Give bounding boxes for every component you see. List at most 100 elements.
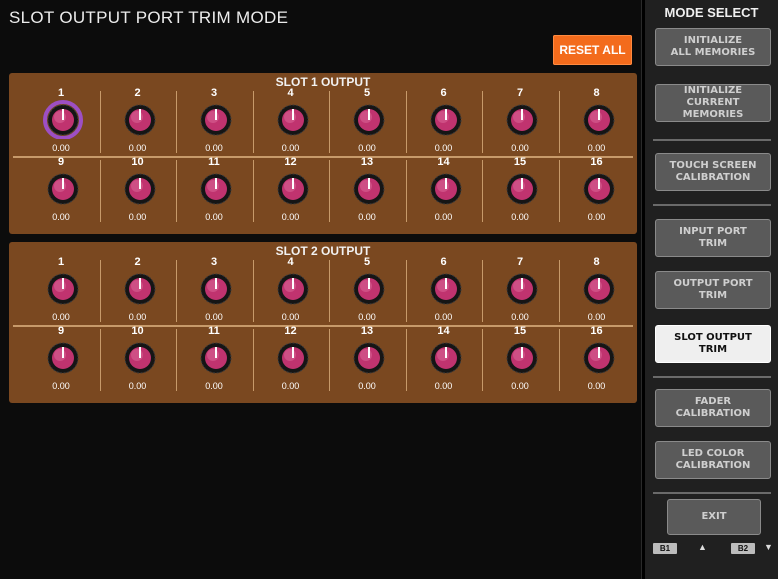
- trim-value: 0.00: [205, 143, 223, 153]
- channel-7-trim[interactable]: 7 0.00: [482, 256, 558, 328]
- knob-icon[interactable]: [349, 99, 389, 139]
- channel-16-trim[interactable]: 16 0.00: [558, 325, 635, 397]
- knob-icon[interactable]: [426, 337, 466, 377]
- knob-icon[interactable]: [349, 337, 389, 377]
- channel-9-trim[interactable]: 9 0.00: [23, 325, 99, 397]
- up-arrow-icon[interactable]: ▲: [698, 542, 707, 552]
- channel-11-trim[interactable]: 11 0.00: [176, 156, 252, 228]
- knob-icon[interactable]: [120, 99, 160, 139]
- knob-icon[interactable]: [196, 337, 236, 377]
- channel-13-trim[interactable]: 13 0.00: [329, 156, 405, 228]
- channel-number: 14: [437, 325, 450, 337]
- channel-6-trim[interactable]: 6 0.00: [405, 87, 482, 159]
- channel-4-trim[interactable]: 4 0.00: [252, 256, 329, 328]
- knob-icon[interactable]: [273, 268, 313, 308]
- channel-12-trim[interactable]: 12 0.00: [252, 156, 329, 228]
- knob-icon[interactable]: [579, 268, 619, 308]
- knob-icon[interactable]: [426, 99, 466, 139]
- output-port-trim-button[interactable]: OUTPUT PORT TRIM: [655, 271, 771, 309]
- channel-number: 8: [593, 87, 600, 99]
- knob-icon[interactable]: [120, 268, 160, 308]
- channel-8-trim[interactable]: 8 0.00: [558, 256, 635, 328]
- initialize-all-memories-button[interactable]: INITIALIZE ALL MEMORIES: [655, 28, 771, 66]
- knob-icon[interactable]: [120, 337, 160, 377]
- trim-value: 0.00: [128, 312, 147, 322]
- trim-value: 0.00: [434, 143, 453, 153]
- channel-1-trim[interactable]: 1 0.00: [23, 87, 99, 159]
- trim-value: 0.00: [281, 381, 300, 391]
- knob-icon[interactable]: [196, 168, 236, 208]
- fader-calibration-button[interactable]: FADER CALIBRATION: [655, 389, 771, 427]
- led-color-calibration-button[interactable]: LED COLOR CALIBRATION: [655, 441, 771, 479]
- knob-icon[interactable]: [349, 168, 389, 208]
- channel-9-trim[interactable]: 9 0.00: [23, 156, 99, 228]
- bank-b1-indicator[interactable]: B1: [653, 543, 677, 554]
- channel-15-trim[interactable]: 15 0.00: [482, 325, 558, 397]
- knob-icon[interactable]: [426, 168, 466, 208]
- knob-icon[interactable]: [579, 99, 619, 139]
- channel-8-trim[interactable]: 8 0.00: [558, 87, 635, 159]
- exit-button[interactable]: EXIT: [667, 499, 761, 535]
- input-port-trim-button[interactable]: INPUT PORT TRIM: [655, 219, 771, 257]
- trim-value: 0.00: [205, 212, 223, 222]
- knob-icon[interactable]: [43, 168, 83, 208]
- channel-number: 2: [134, 256, 141, 268]
- trim-value: 0.00: [128, 381, 147, 391]
- channel-number: 6: [440, 256, 447, 268]
- knob-icon[interactable]: [273, 168, 313, 208]
- channel-14-trim[interactable]: 14 0.00: [405, 156, 482, 228]
- channel-5-trim[interactable]: 5 0.00: [329, 87, 405, 159]
- reset-all-button[interactable]: RESET ALL: [553, 35, 632, 65]
- channel-13-trim[interactable]: 13 0.00: [329, 325, 405, 397]
- knob-icon[interactable]: [43, 99, 83, 139]
- knob-icon[interactable]: [579, 168, 619, 208]
- knob-icon[interactable]: [502, 99, 542, 139]
- knob-icon[interactable]: [196, 268, 236, 308]
- channel-number: 6: [440, 87, 447, 99]
- bank-b2-indicator[interactable]: B2: [731, 543, 755, 554]
- channel-6-trim[interactable]: 6 0.00: [405, 256, 482, 328]
- touch-screen-calibration-button[interactable]: TOUCH SCREEN CALIBRATION: [655, 153, 771, 191]
- channel-15-trim[interactable]: 15 0.00: [482, 156, 558, 228]
- channel-11-trim[interactable]: 11 0.00: [176, 325, 252, 397]
- initialize-current-memories-button[interactable]: INITIALIZE CURRENT MEMORIES: [655, 84, 771, 122]
- knob-icon[interactable]: [273, 337, 313, 377]
- channel-2-trim[interactable]: 2 0.00: [99, 256, 176, 328]
- knob-icon[interactable]: [579, 337, 619, 377]
- channel-5-trim[interactable]: 5 0.00: [329, 256, 405, 328]
- trim-value: 0.00: [128, 212, 147, 222]
- channel-number: 4: [287, 256, 294, 268]
- trim-value: 0.00: [52, 212, 70, 222]
- channel-number: 7: [516, 256, 524, 268]
- channel-number: 16: [590, 325, 603, 337]
- channel-number: 10: [131, 325, 144, 337]
- knob-icon[interactable]: [43, 268, 83, 308]
- channel-14-trim[interactable]: 14 0.00: [405, 325, 482, 397]
- channel-number: 12: [284, 156, 297, 168]
- channel-12-trim[interactable]: 12 0.00: [252, 325, 329, 397]
- knob-icon[interactable]: [43, 337, 83, 377]
- knob-icon[interactable]: [120, 168, 160, 208]
- down-arrow-icon[interactable]: ▼: [764, 542, 773, 552]
- knob-icon[interactable]: [502, 268, 542, 308]
- slot-output-trim-button[interactable]: SLOT OUTPUT TRIM: [655, 325, 771, 363]
- channel-7-trim[interactable]: 7 0.00: [482, 87, 558, 159]
- channel-3-trim[interactable]: 3 0.00: [176, 256, 252, 328]
- channel-10-trim[interactable]: 10 0.00: [99, 156, 176, 228]
- channel-10-trim[interactable]: 10 0.00: [99, 325, 176, 397]
- channel-4-trim[interactable]: 4 0.00: [252, 87, 329, 159]
- knob-icon[interactable]: [502, 168, 542, 208]
- channel-number: 15: [513, 156, 527, 168]
- trim-value: 0.00: [358, 212, 376, 222]
- knob-icon[interactable]: [426, 268, 466, 308]
- channel-3-trim[interactable]: 3 0.00: [176, 87, 252, 159]
- slot-1-output-panel: SLOT 1 OUTPUT 1 0.00 2 0.00 3 0.00 4 0.00 5 0.00 6…: [9, 73, 637, 234]
- knob-icon[interactable]: [349, 268, 389, 308]
- knob-icon[interactable]: [273, 99, 313, 139]
- channel-2-trim[interactable]: 2 0.00: [99, 87, 176, 159]
- knob-icon[interactable]: [196, 99, 236, 139]
- knob-icon[interactable]: [502, 337, 542, 377]
- channel-16-trim[interactable]: 16 0.00: [558, 156, 635, 228]
- trim-value: 0.00: [52, 381, 70, 391]
- channel-1-trim[interactable]: 1 0.00: [23, 256, 99, 328]
